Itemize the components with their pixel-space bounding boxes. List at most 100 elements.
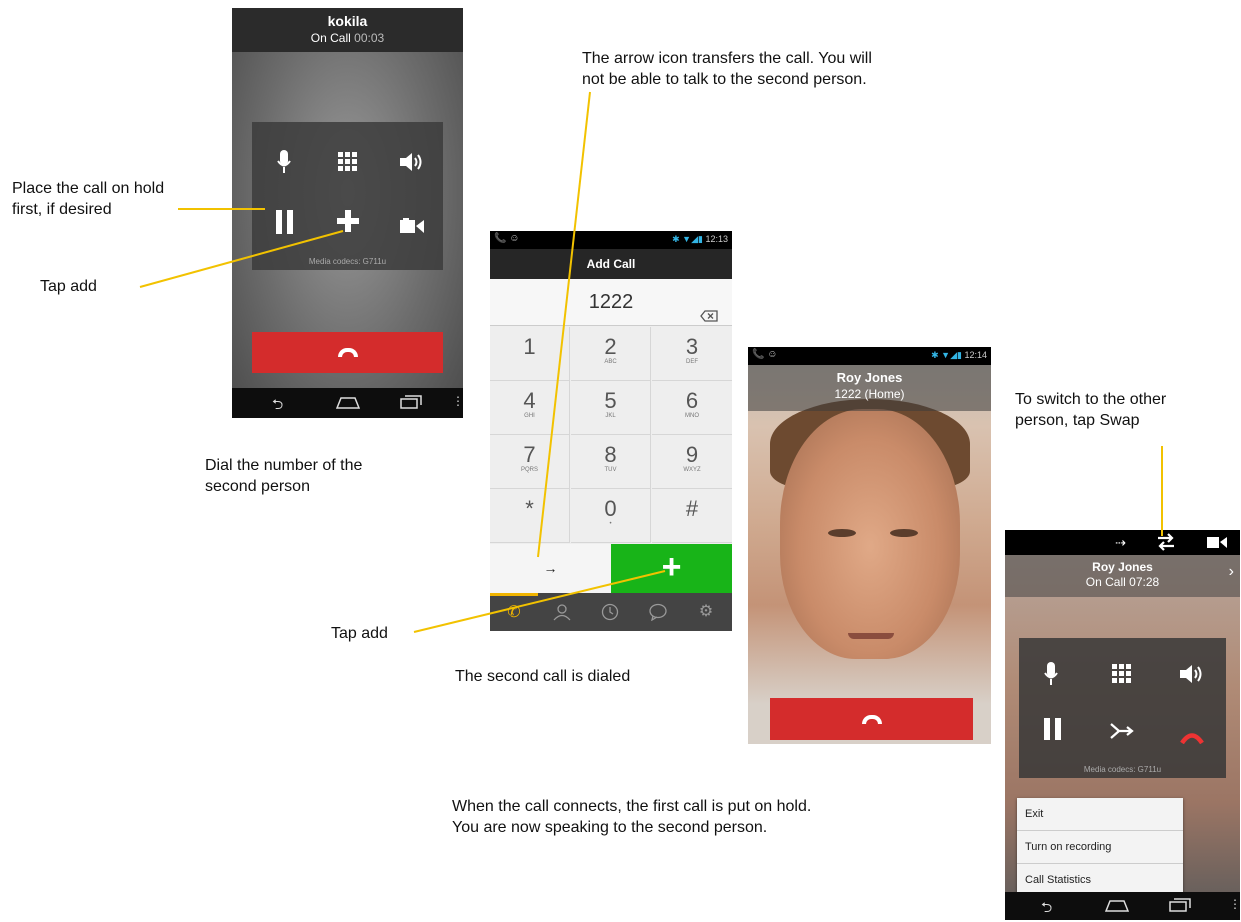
tab-history[interactable] [586,593,634,631]
caption-dial: Dial the number of the second person [205,457,363,495]
transfer-button[interactable]: → [490,544,611,593]
call-timer: 07:28 [1129,575,1160,589]
caller-name: kokila [327,13,368,29]
key-9[interactable]: 9 WXYZ [652,435,732,489]
overflow-menu: Exit Turn on recording Call Statistics [1017,798,1183,898]
contact-photo-eye [890,529,918,537]
chat-icon [649,603,667,622]
caption-tap-add-1: Tap add [40,278,97,295]
end-call-icon[interactable] [1179,724,1205,745]
clock: 12:13 [705,234,728,244]
key-6[interactable]: 6 MNO [652,381,732,435]
call-status-icon: 📞 ☺ [494,233,520,244]
key-2[interactable]: 2 ABC [571,327,651,381]
contact-photo [780,409,960,659]
caption-dialed: The second call is dialed [455,668,631,685]
dialed-number-field[interactable]: 1222 [490,279,732,326]
caption-swap: To switch to the other person, tap Swap [1015,391,1167,429]
call-status-icon: 📞 ☺ [752,349,778,360]
phone-screen-add-call: 📞 ☺ ✱ ▼◢▮ 12:13 Add Call 1222 1 2 ABC 3 DE… [490,231,732,631]
key-8[interactable]: 8 TUV [571,435,651,489]
caption-tap-add-2: Tap add [331,625,388,642]
recent-apps-icon[interactable] [400,395,422,412]
call-header: Roy Jones 1222 (Home) [748,365,991,411]
menu-item-recording[interactable]: Turn on recording [1017,831,1183,864]
home-icon[interactable] [335,395,361,412]
end-call-button[interactable] [252,332,443,373]
hold-icon[interactable] [272,210,298,238]
call-timer: 00:03 [354,31,385,45]
video-icon[interactable] [1207,535,1227,554]
speaker-icon[interactable] [398,152,426,180]
key-7[interactable]: 7 PQRS [490,435,570,489]
end-call-button[interactable] [770,698,973,740]
recent-apps-icon[interactable] [1169,898,1191,915]
call-controls-panel: Media codecs: G711u [252,122,443,270]
add-call-button[interactable]: + [611,544,732,593]
key-4[interactable]: 4 GHI [490,381,570,435]
call-controls-panel: Media codecs: G711u [1019,638,1226,778]
android-nav-bar: ⮌ ⋮ [1005,892,1240,920]
mic-icon[interactable] [270,150,298,180]
arrow-right-icon: → [543,560,558,576]
tab-messages[interactable] [634,593,682,631]
caption-transfer: The arrow icon transfers the call. You w… [582,50,872,88]
caption-connect: When the call connects, the first call i… [452,798,812,836]
key-star[interactable]: * [490,489,570,543]
menu-item-exit[interactable]: Exit [1017,798,1183,831]
chevron-right-icon[interactable]: › [1229,563,1234,581]
end-call-icon [338,348,358,357]
caller-name: Roy Jones [836,370,903,385]
video-icon[interactable] [398,214,426,238]
hold-icon[interactable] [1041,718,1065,744]
phone-screen-active-call: kokila On Call 00:03 Media codecs: G711u… [232,8,463,418]
contacts-icon [553,604,571,621]
signal-icon: ✱ ▼◢▮ [672,234,703,244]
tab-contacts[interactable] [538,593,586,631]
mic-icon[interactable] [1039,662,1063,690]
key-5[interactable]: 5 JKL [571,381,651,435]
android-nav-bar: ⮌ ⋮ [232,388,463,418]
caption-hold: Place the call on hold first, if desired [12,180,165,218]
merge-icon[interactable] [1109,720,1135,742]
key-0[interactable]: 0 • [571,489,651,543]
call-status: On Call 00:03 [310,31,385,45]
caller-number: 1222 (Home) [834,387,905,401]
status-bar: 📞 ☺ ✱ ▼◢▮ 12:13 [490,231,732,249]
phone-screen-connected: ⇢ Roy Jones On Call 07:28 › Media codecs… [1005,530,1240,920]
gear-icon: ⚙ [698,603,714,620]
dial-keypad: 1 2 ABC 3 DEF 4 GHI 5 JKL 6 MNO 7 PQRS 8 TUV 9W… [490,327,732,543]
tab-settings[interactable]: ⚙ [682,593,730,631]
key-3[interactable]: 3 DEF [652,327,732,381]
media-codec-label: Media codecs: G711u [308,257,387,266]
overflow-menu-icon[interactable]: ⋮ [452,394,463,408]
status-bar: 📞 ☺ ✱ ▼◢▮ 12:14 [748,347,991,365]
tab-phone[interactable]: ✆ [490,593,538,631]
phone-icon: ✆ [507,604,521,621]
speaker-icon[interactable] [1179,664,1205,688]
key-1[interactable]: 1 [490,327,570,381]
overflow-menu-icon[interactable]: ⋮ [1229,897,1240,911]
plus-icon: + [661,548,682,586]
swap-icon[interactable] [1155,531,1177,558]
keypad-icon[interactable] [1110,664,1134,688]
bottom-tab-bar: ✆ ⚙ [490,593,732,631]
keypad-icon[interactable] [334,152,362,180]
call-header: kokila On Call 00:03 [232,8,463,52]
clock-icon [601,603,619,621]
end-call-icon [862,715,882,724]
back-icon[interactable]: ⮌ [272,394,283,418]
key-hash[interactable]: # [652,489,732,543]
back-icon[interactable]: ⮌ [1041,897,1052,920]
transfer-arrow-icon[interactable]: ⇢ [1115,535,1126,551]
phone-screen-dialing: 📞 ☺ ✱ ▼◢▮ 12:14 Roy Jones 1222 (Home) [748,347,991,744]
add-icon[interactable] [334,210,362,238]
call-header: Roy Jones On Call 07:28 › [1005,555,1240,597]
call-status: On Call 07:28 [1085,575,1160,589]
caller-name: Roy Jones [1092,560,1153,574]
home-icon[interactable] [1104,898,1130,915]
signal-icon: ✱ ▼◢▮ [931,350,962,360]
screen-title: Add Call [490,249,732,279]
call-actions-bar: ⇢ [1005,530,1240,555]
media-codec-label: Media codecs: G711u [1083,765,1162,774]
